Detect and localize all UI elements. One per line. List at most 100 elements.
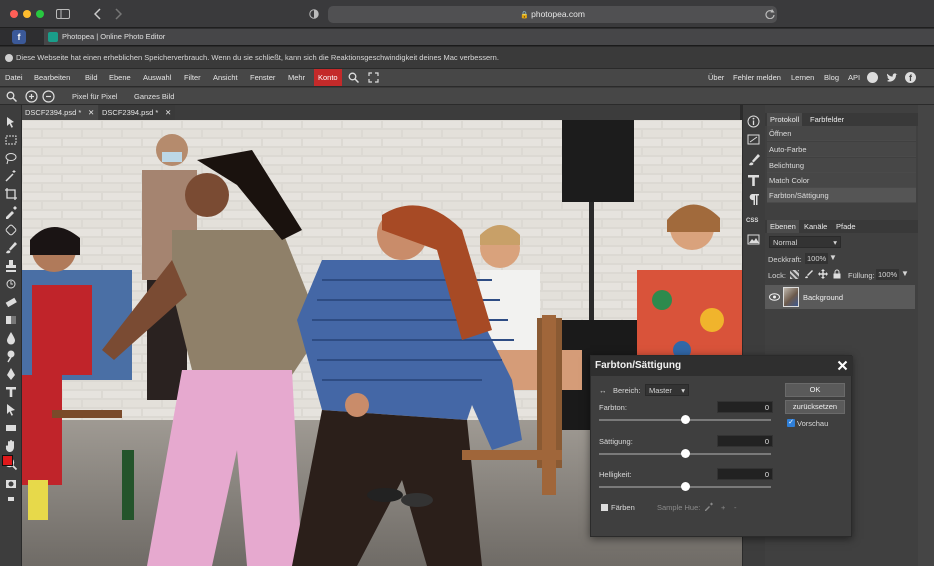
blend-mode-select[interactable]: Normal ▾	[769, 236, 841, 248]
menu-api[interactable]: API	[848, 69, 860, 86]
hue-slider-handle[interactable]	[680, 415, 690, 424]
forward-icon[interactable]	[114, 8, 122, 20]
menu-ebene[interactable]: Ebene	[109, 69, 131, 86]
paragraph-icon[interactable]	[747, 193, 760, 206]
facebook-icon[interactable]: f	[905, 72, 916, 83]
menu-mehr[interactable]: Mehr	[288, 69, 305, 86]
hue-slider[interactable]	[599, 415, 771, 424]
quick-mask-icon[interactable]	[4, 477, 18, 491]
reset-button[interactable]: zurücksetzen	[785, 400, 845, 414]
minimize-window-button[interactable]	[23, 10, 31, 18]
menu-fenster[interactable]: Fenster	[250, 69, 275, 86]
eraser-tool-icon[interactable]	[4, 295, 18, 309]
marquee-tool-icon[interactable]	[4, 133, 18, 147]
privacy-shield-icon[interactable]	[309, 9, 319, 19]
hue-input[interactable]: 0	[717, 401, 773, 413]
screen-mode-icon[interactable]	[4, 493, 18, 507]
menu-fehler-melden[interactable]: Fehler melden	[733, 69, 781, 86]
shape-tool-icon[interactable]	[4, 421, 18, 435]
css-icon[interactable]: CSS	[746, 218, 758, 224]
eye-icon[interactable]	[769, 293, 780, 301]
close-tab-icon[interactable]: ✕	[88, 105, 94, 120]
add-sample-button[interactable]: +	[721, 503, 725, 512]
brush-tool-icon[interactable]	[4, 241, 18, 255]
lock-all-icon[interactable]	[832, 269, 842, 279]
lightness-input[interactable]: 0	[717, 468, 773, 480]
history-item[interactable]: Auto-Farbe	[767, 142, 916, 157]
opacity-input[interactable]: 100%	[805, 253, 829, 264]
colorize-checkbox[interactable]	[601, 504, 608, 511]
type-tool-icon[interactable]	[4, 385, 18, 399]
preview-checkbox[interactable]: ✓	[787, 419, 795, 427]
lightness-slider-handle[interactable]	[680, 482, 690, 491]
history-item[interactable]: Öffnen	[767, 126, 916, 141]
healing-brush-icon[interactable]	[4, 223, 18, 237]
close-tab-icon[interactable]: ✕	[165, 105, 171, 120]
adjustments-icon[interactable]	[747, 133, 760, 146]
facebook-favorite-icon[interactable]: f	[12, 30, 26, 44]
info-icon[interactable]	[747, 115, 760, 128]
close-icon[interactable]	[837, 360, 848, 371]
dodge-tool-icon[interactable]	[4, 349, 18, 363]
layer-row-background[interactable]: Background	[765, 285, 915, 309]
sidebar-icon[interactable]	[56, 9, 70, 19]
ok-button[interactable]: OK	[785, 383, 845, 397]
blur-tool-icon[interactable]	[4, 331, 18, 345]
fill-input[interactable]: 100%	[876, 269, 900, 280]
document-tab-2[interactable]: DSCF2394.psd * ✕	[99, 105, 175, 120]
hand-tool-icon[interactable]	[4, 439, 18, 453]
menu-auswahl[interactable]: Auswahl	[143, 69, 171, 86]
history-item[interactable]: Belichtung	[767, 158, 916, 173]
history-brush-icon[interactable]	[4, 277, 18, 291]
pen-tool-icon[interactable]	[4, 367, 18, 381]
zoom-in-icon[interactable]	[25, 90, 38, 103]
magic-wand-icon[interactable]	[4, 169, 18, 183]
close-window-button[interactable]	[10, 10, 18, 18]
tab-protokoll[interactable]: Protokoll	[767, 113, 803, 126]
lock-paint-icon[interactable]	[804, 269, 814, 279]
konto-button[interactable]: Konto	[314, 69, 342, 86]
twitter-icon[interactable]	[886, 73, 898, 83]
tab-ebenen[interactable]: Ebenen	[767, 220, 799, 233]
pixel-for-pixel-button[interactable]: Pixel für Pixel	[72, 88, 117, 105]
gradient-tool-icon[interactable]	[4, 313, 18, 327]
reload-icon[interactable]	[765, 9, 775, 19]
reddit-icon[interactable]	[867, 72, 878, 83]
menu-filter[interactable]: Filter	[184, 69, 201, 86]
history-item-active[interactable]: Farbton/Sättigung	[767, 188, 916, 203]
stamp-tool-icon[interactable]	[4, 259, 18, 273]
back-icon[interactable]	[94, 8, 102, 20]
subtract-sample-button[interactable]: -	[734, 503, 737, 512]
eyedropper-tool-icon[interactable]	[4, 205, 18, 219]
menu-blog[interactable]: Blog	[824, 69, 839, 86]
full-image-button[interactable]: Ganzes Bild	[134, 88, 174, 105]
tab-kanale[interactable]: Kanäle	[801, 220, 830, 233]
path-select-icon[interactable]	[4, 403, 18, 417]
search-icon[interactable]	[348, 72, 359, 83]
browser-tab-photopea[interactable]: Photopea | Online Photo Editor	[44, 29, 934, 45]
image-icon[interactable]	[747, 233, 760, 246]
lightness-slider[interactable]	[599, 482, 771, 491]
document-tab-1[interactable]: DSCF2394.psd * ✕	[22, 105, 98, 120]
move-tool-icon[interactable]	[4, 115, 18, 129]
fill-dropdown-icon[interactable]: ▼	[901, 269, 909, 278]
lock-move-icon[interactable]	[818, 269, 828, 279]
panel-scrollbar[interactable]	[918, 105, 934, 566]
tab-pfade[interactable]: Pfade	[833, 220, 859, 233]
brush-settings-icon[interactable]	[747, 153, 760, 166]
menu-bild[interactable]: Bild	[85, 69, 98, 86]
opacity-dropdown-icon[interactable]: ▼	[829, 253, 837, 262]
tab-farbfelder[interactable]: Farbfelder	[807, 113, 847, 126]
menu-lernen[interactable]: Lernen	[791, 69, 814, 86]
menu-datei[interactable]: Datei	[5, 69, 23, 86]
saturation-input[interactable]: 0	[717, 435, 773, 447]
fullscreen-icon[interactable]	[368, 72, 379, 83]
menu-bearbeiten[interactable]: Bearbeiten	[34, 69, 70, 86]
zoom-window-button[interactable]	[36, 10, 44, 18]
zoom-out-icon[interactable]	[42, 90, 55, 103]
address-bar[interactable]: 🔒 photopea.com	[328, 6, 777, 23]
history-item[interactable]: Match Color	[767, 173, 916, 188]
character-icon[interactable]	[747, 174, 760, 187]
lasso-tool-icon[interactable]	[4, 151, 18, 165]
crop-tool-icon[interactable]	[4, 187, 18, 201]
